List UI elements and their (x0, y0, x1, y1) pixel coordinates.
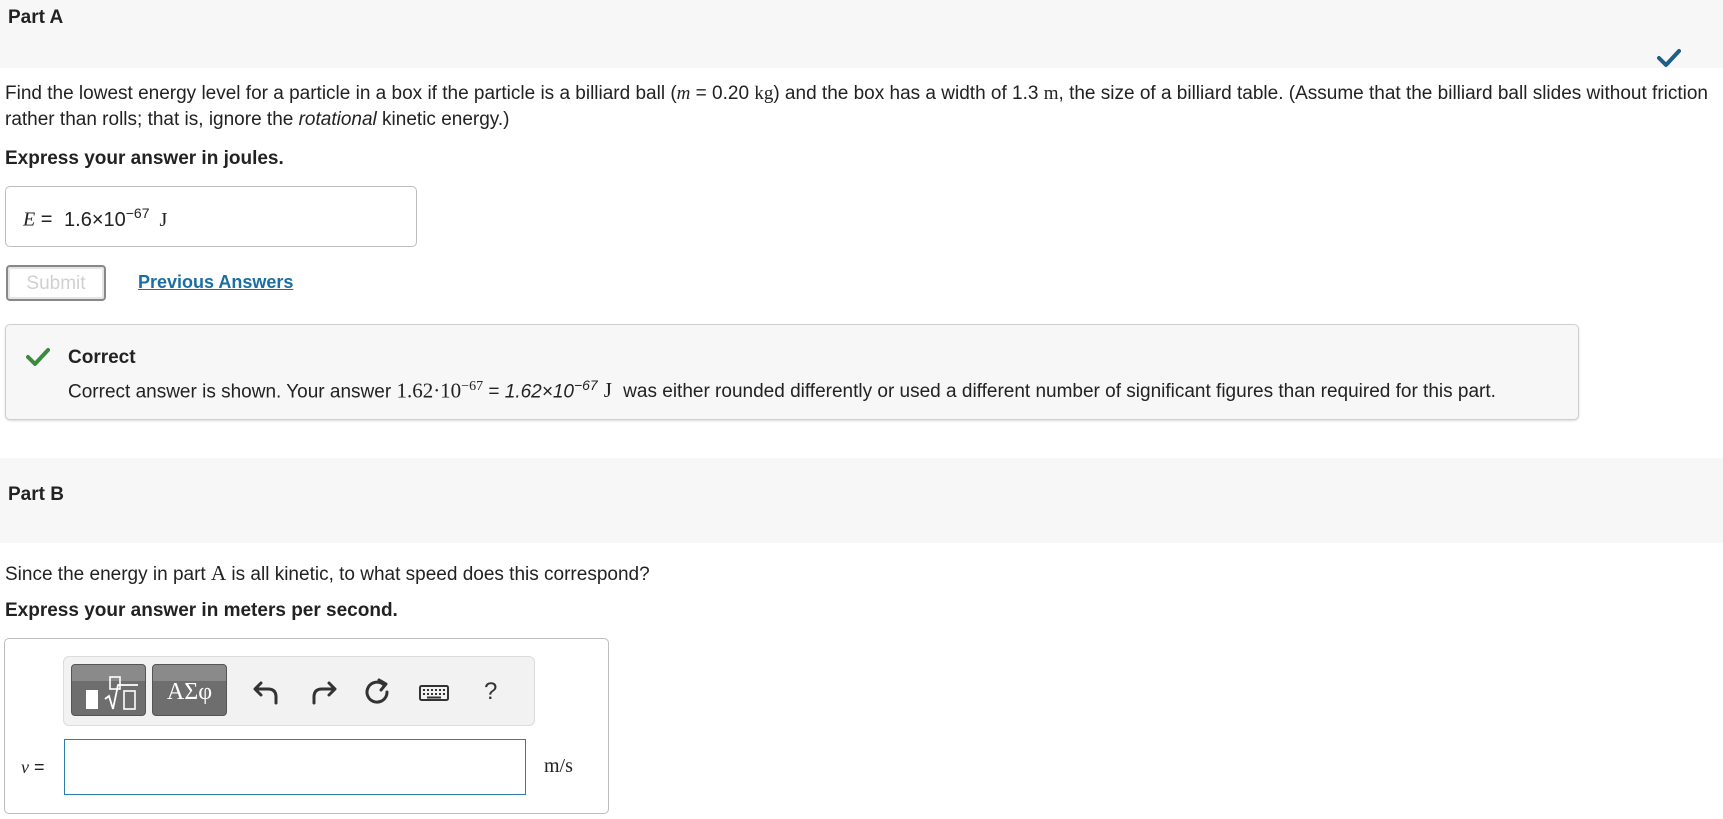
checkmark-icon (1657, 49, 1681, 67)
templates-button[interactable] (71, 664, 146, 716)
answer-mantissa: 1.6×10 (64, 208, 126, 231)
part-a-answer: E = 1.6×10−67 J (23, 205, 167, 232)
your-answer-mantissa: 1.62·10 (396, 378, 462, 403)
feedback-message: Correct answer is shown. Your answer 1.6… (68, 377, 1496, 403)
question-text: kinetic energy.) (376, 109, 510, 130)
correct-answer-mantissa: 1.62×10 (504, 381, 574, 403)
templates-icon (86, 676, 138, 710)
checkmark-icon (26, 348, 50, 366)
part-a-header: Part A (0, 0, 1723, 68)
part-a-instruction: Express your answer in joules. (5, 148, 284, 169)
feedback-text: was either rounded differently or used a… (617, 381, 1496, 403)
question-text: Find the lowest energy level for a parti… (5, 83, 677, 104)
part-a-title: Part A (8, 7, 64, 28)
part-b-title: Part B (8, 484, 64, 505)
correct-answer-unit: J (603, 378, 612, 403)
answer-unit: J (159, 208, 168, 231)
question-text: = 0.20 (690, 83, 755, 104)
submit-button[interactable]: Submit (6, 265, 106, 301)
help-icon[interactable]: ? (484, 678, 497, 706)
part-b-instruction: Express your answer in meters per second… (5, 600, 398, 621)
part-b-header: Part B (0, 458, 1723, 543)
part-b-question: Since the energy in part A is all kineti… (5, 560, 1720, 588)
previous-answers-link[interactable]: Previous Answers (138, 272, 293, 293)
feedback-title: Correct (68, 347, 136, 368)
velocity-variable: v (21, 757, 29, 777)
answer-variable: E (23, 208, 36, 231)
part-reference: A (210, 561, 227, 585)
part-b-answer-box: ΑΣφ ? v = m/s (4, 638, 609, 814)
feedback-text: = (483, 381, 505, 403)
correct-answer-exponent: −67 (573, 377, 598, 393)
velocity-answer-input[interactable] (64, 739, 526, 795)
part-a-question: Find the lowest energy level for a parti… (5, 81, 1720, 133)
undo-icon[interactable] (252, 677, 282, 707)
answer-exponent: −67 (125, 205, 150, 221)
mass-variable: m (676, 83, 691, 104)
your-answer-exponent: −67 (461, 379, 484, 394)
symbols-icon: ΑΣφ (166, 679, 213, 705)
math-toolbar: ΑΣφ ? (63, 656, 535, 726)
question-text: is all kinetic, to what speed does this … (226, 564, 650, 585)
reset-icon[interactable] (362, 677, 392, 707)
question-text: ) and the box has a width of 1.3 (773, 83, 1044, 104)
units-label: m/s (544, 755, 573, 777)
velocity-equals: = (29, 757, 45, 777)
redo-icon[interactable] (308, 677, 338, 707)
question-emphasis: rotational (298, 109, 377, 130)
symbols-button[interactable]: ΑΣφ (152, 664, 227, 716)
velocity-label: v = (21, 757, 45, 778)
feedback-box: Correct Correct answer is shown. Your an… (5, 324, 1579, 420)
question-text: Since the energy in part (5, 564, 211, 585)
feedback-text: Correct answer is shown. Your answer (68, 381, 397, 403)
part-a-answer-box: E = 1.6×10−67 J (5, 186, 417, 247)
width-unit: m (1043, 83, 1059, 104)
keyboard-icon[interactable] (418, 677, 450, 707)
answer-equals: = (35, 208, 59, 231)
mass-unit: kg (754, 83, 774, 104)
